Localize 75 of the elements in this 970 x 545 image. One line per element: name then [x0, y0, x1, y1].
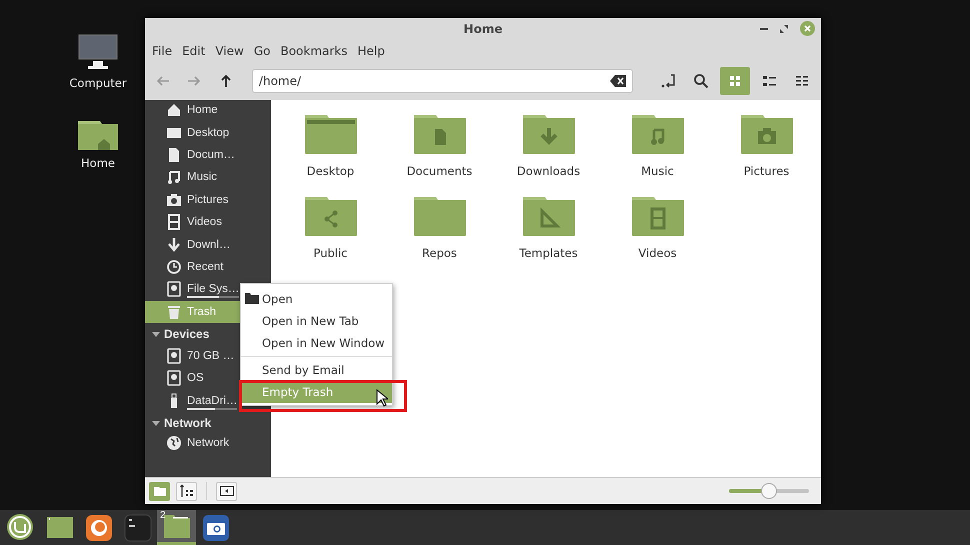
- folder-icon[interactable]: [632, 194, 684, 236]
- globe-icon: [166, 434, 182, 451]
- expanded-triangle-icon: [152, 419, 160, 428]
- path-toggle-icon: [660, 73, 676, 89]
- folder-name[interactable]: Templates: [519, 246, 578, 260]
- menu-item[interactable]: Edit: [177, 44, 210, 58]
- folder-name[interactable]: Pictures: [744, 164, 790, 178]
- folder-icon[interactable]: [740, 112, 792, 154]
- folder-name[interactable]: Documents: [406, 164, 472, 178]
- expanded-triangle-icon: [152, 330, 160, 338]
- menu-item[interactable]: Go: [248, 44, 276, 58]
- sidebar-item[interactable]: Desktop: [145, 121, 271, 144]
- maximize-icon: [780, 24, 788, 32]
- sidebar-section-header[interactable]: Network: [145, 412, 271, 434]
- location-text: /home/: [258, 74, 302, 88]
- sidebar-item[interactable]: Music: [145, 166, 271, 189]
- menu-item[interactable]: File: [147, 44, 178, 58]
- sidebar-item[interactable]: Downl…: [145, 233, 271, 256]
- sidebar-item[interactable]: Recent: [145, 256, 271, 278]
- places-button[interactable]: [149, 482, 170, 500]
- close-icon: [800, 21, 815, 36]
- folder-name[interactable]: Desktop: [306, 164, 354, 178]
- sidebar-button[interactable]: [216, 482, 237, 500]
- music-note-icon: [166, 169, 182, 186]
- folder-icon[interactable]: [414, 112, 466, 154]
- slider-thumb[interactable]: [761, 483, 777, 499]
- sidebar-item[interactable]: Network: [145, 434, 271, 452]
- window-title: Home: [464, 22, 502, 36]
- drive-icon: [166, 348, 182, 364]
- folder-icon[interactable]: [304, 194, 356, 236]
- taskbar-button[interactable]: 2: [157, 510, 196, 545]
- list-view-icon: [760, 73, 777, 89]
- drive-icon: [166, 370, 182, 386]
- location-field[interactable]: /home/: [252, 69, 634, 93]
- sidebar-item[interactable]: Docum…: [145, 144, 271, 166]
- folder-name[interactable]: Downloads: [516, 164, 580, 178]
- search-icon: [693, 73, 710, 89]
- drive-icon: [166, 281, 182, 298]
- sidebar-item[interactable]: Pictures: [145, 188, 271, 211]
- film-icon: [166, 214, 182, 230]
- folder-name[interactable]: Music: [641, 164, 674, 178]
- clear-icon: [610, 75, 626, 87]
- camera-icon: [202, 514, 230, 542]
- tree-button[interactable]: [176, 482, 197, 500]
- folder-icon[interactable]: [632, 112, 684, 154]
- folder-icon[interactable]: [522, 194, 574, 236]
- monitor-icon: [78, 34, 118, 70]
- folder-icon[interactable]: [522, 112, 574, 154]
- menu-item[interactable]: Send by Email: [241, 359, 392, 381]
- menu-item[interactable]: Help: [352, 44, 390, 58]
- camera-icon: [166, 192, 182, 208]
- tree-icon: [178, 483, 194, 499]
- sidebar-item[interactable]: Home: [145, 100, 271, 122]
- folder-icon: [162, 512, 190, 540]
- desktop-icon-label[interactable]: Home: [81, 156, 115, 170]
- sidebar-item[interactable]: Videos: [145, 210, 271, 234]
- document-icon: [166, 146, 182, 163]
- house-icon: [166, 102, 182, 118]
- sidebar-toggle-icon: [218, 483, 234, 499]
- down-arrow-icon: [166, 236, 182, 253]
- trash-icon: [166, 304, 182, 320]
- folder-icon[interactable]: [304, 112, 356, 154]
- menu-item[interactable]: Open in New Window: [241, 332, 392, 354]
- folder-icon[interactable]: [414, 194, 466, 236]
- folder-name[interactable]: Videos: [638, 246, 677, 260]
- clock-icon: [166, 258, 182, 275]
- desktop-icon-label[interactable]: Computer: [69, 76, 127, 90]
- folder-name[interactable]: Repos: [422, 246, 457, 260]
- folder-icon: [245, 293, 259, 304]
- folder-icon: [78, 118, 118, 150]
- menu-item[interactable]: View: [210, 44, 249, 58]
- terminal-icon: [124, 514, 152, 542]
- window-count: 2: [160, 510, 166, 521]
- folder-name[interactable]: Public: [313, 246, 348, 260]
- menu-item[interactable]: Bookmarks: [275, 44, 353, 58]
